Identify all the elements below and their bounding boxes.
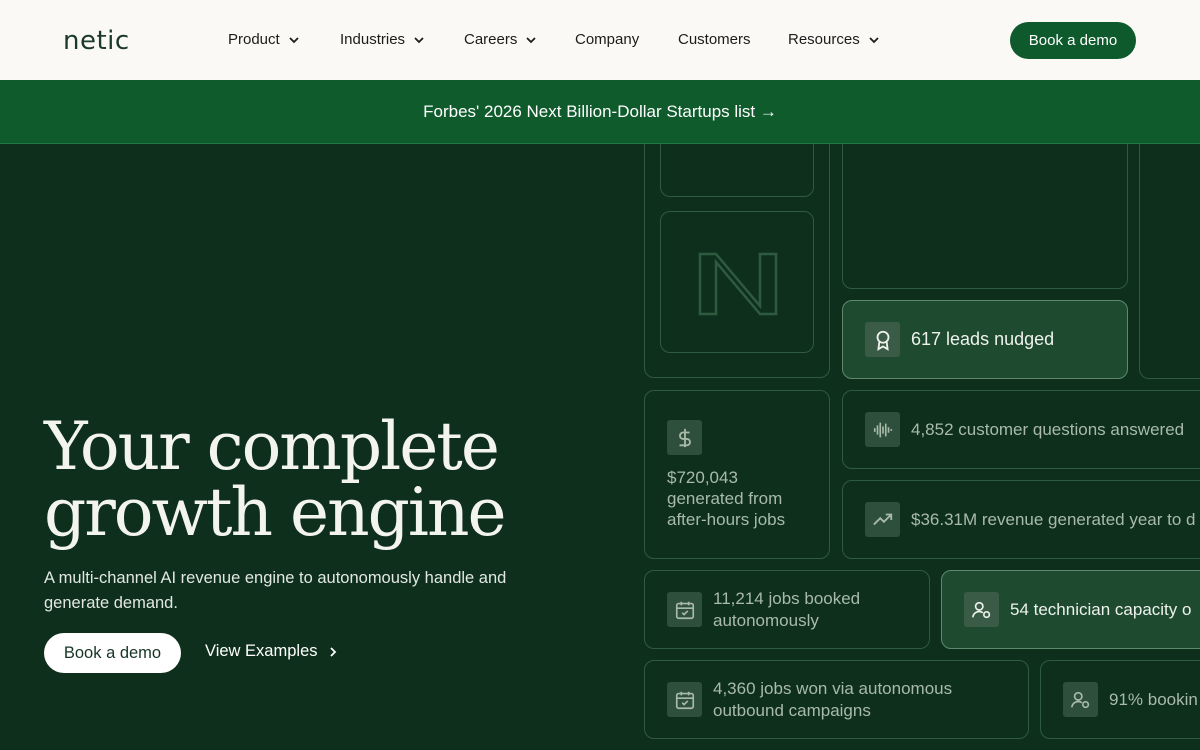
stat-outbound-card: 4,360 jobs won via autonomous outbound c…	[644, 660, 1029, 739]
stat-revenue-card: $36.31M revenue generated year to d	[842, 480, 1200, 559]
banner-text[interactable]: Forbes' 2026 Next Billion-Dollar Startup…	[423, 102, 777, 122]
nav-product[interactable]: Product	[228, 31, 300, 48]
calendar-check-icon	[667, 592, 702, 627]
user-gear-icon	[1063, 682, 1098, 717]
stat-booking-rate: 91% bookin	[1109, 690, 1198, 709]
stat-leads-nudged-card: 617 leads nudged	[842, 300, 1128, 379]
calendar-check-icon	[667, 682, 702, 717]
nav-company-label: Company	[575, 31, 640, 48]
stat-outbound-line1: 4,360 jobs won via autonomous	[713, 679, 953, 698]
grid-card-edge	[1139, 144, 1200, 379]
stat-jobs-booked-line1: 11,214 jobs booked	[713, 589, 861, 608]
award-icon	[865, 322, 900, 357]
nav-industries-label: Industries	[340, 31, 406, 48]
nav-customers-label: Customers	[678, 31, 751, 48]
grid-card-empty	[842, 144, 1128, 289]
stat-revenue-ytd: $36.31M revenue generated year to d	[911, 510, 1196, 529]
chevron-down-icon	[414, 36, 424, 43]
stat-after-hours-line3: after-hours jobs	[667, 510, 786, 529]
nav-careers-label: Careers	[464, 31, 518, 48]
nav-resources-label: Resources	[788, 31, 860, 48]
stat-questions-answered: 4,852 customer questions answered	[911, 420, 1185, 439]
stat-after-hours-line2: generated from	[667, 489, 783, 508]
dollar-icon	[667, 420, 702, 455]
nav-product-label: Product	[228, 31, 280, 48]
stat-after-hours-card: $720,043 generated from after-hours jobs	[644, 390, 830, 559]
hero-headline-line1: Your complete	[44, 408, 500, 485]
nav-careers[interactable]: Careers	[464, 31, 537, 48]
chevron-down-icon	[869, 36, 879, 43]
hero-headline-line2: growth engine	[44, 474, 507, 551]
nav-book-demo-button[interactable]: Book a demo	[1010, 22, 1136, 59]
stat-leads-nudged: 617 leads nudged	[911, 329, 1055, 349]
hero-headline: Your complete growth engine	[44, 414, 604, 546]
stat-technician-capacity: 54 technician capacity o	[1010, 600, 1192, 619]
nav-resources[interactable]: Resources	[788, 31, 880, 48]
hero-subtitle: A multi-channel AI revenue engine to aut…	[44, 569, 507, 612]
stat-technician-card: 54 technician capacity o	[941, 570, 1200, 649]
audio-wave-icon	[865, 412, 900, 447]
logo[interactable]: netic	[63, 26, 130, 56]
chevron-down-icon	[526, 36, 536, 43]
stat-questions-card: 4,852 customer questions answered	[842, 390, 1200, 469]
nav-industries[interactable]: Industries	[340, 31, 425, 48]
hero-book-demo-button[interactable]: Book a demo	[44, 633, 181, 673]
logo-tile	[660, 211, 814, 353]
stat-after-hours-value: $720,043	[667, 468, 738, 487]
nav-customers[interactable]: Customers	[678, 31, 751, 48]
top-nav: netic Product Industries Careers Company…	[0, 0, 1200, 80]
user-gear-icon	[964, 592, 999, 627]
trending-up-icon	[865, 502, 900, 537]
stat-booking-card: 91% bookin	[1040, 660, 1200, 739]
chevron-right-icon	[329, 646, 336, 657]
stat-outbound-line2: outbound campaigns	[713, 701, 871, 720]
view-examples-link[interactable]: View Examples	[205, 642, 338, 661]
n-logo-icon	[698, 252, 778, 316]
nav-company[interactable]: Company	[575, 31, 639, 48]
stat-jobs-booked-line2: autonomously	[713, 611, 819, 630]
hero-section: 617 leads nudged $720,043 generated from…	[0, 144, 1200, 750]
chevron-down-icon	[289, 36, 299, 43]
stat-jobs-booked-card: 11,214 jobs booked autonomously	[644, 570, 930, 649]
view-examples-label: View Examples	[205, 642, 318, 660]
announcement-banner[interactable]: Forbes' 2026 Next Billion-Dollar Startup…	[0, 80, 1200, 144]
